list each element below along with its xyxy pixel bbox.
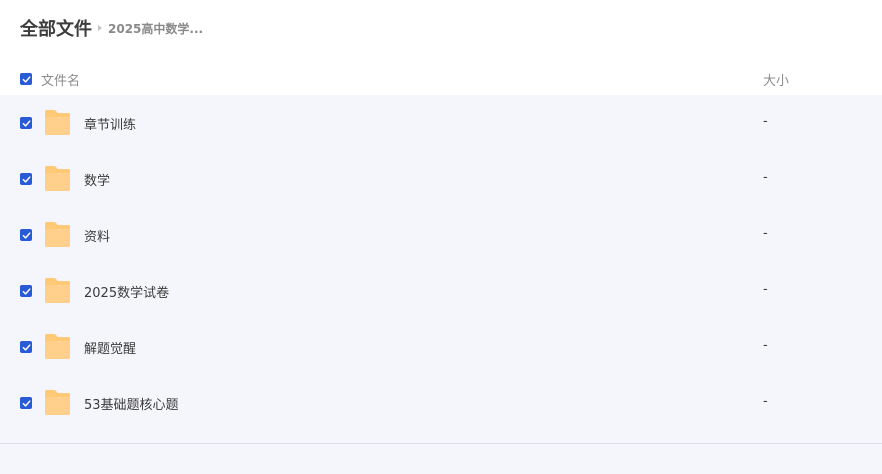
folder-icon <box>45 390 70 415</box>
checkmark-icon <box>22 231 30 239</box>
checkmark-icon <box>22 287 30 295</box>
row-checkbox[interactable] <box>20 397 32 409</box>
table-row[interactable]: 2025数学试卷 - <box>0 263 882 319</box>
table-row[interactable]: 资料 - <box>0 207 882 263</box>
file-name[interactable]: 解题觉醒 <box>84 338 136 357</box>
checkmark-icon <box>22 343 30 351</box>
file-size: - <box>763 394 768 409</box>
table-row[interactable]: 解题觉醒 - <box>0 319 882 375</box>
file-list: 章节训练 - 数学 - 资料 - 2025数学试卷 - 解题觉醒 - 53基础题… <box>0 95 882 443</box>
chevron-right-icon <box>98 25 102 31</box>
folder-icon <box>45 334 70 359</box>
row-checkbox[interactable] <box>20 285 32 297</box>
table-row[interactable]: 章节训练 - <box>0 95 882 151</box>
table-row[interactable]: 数学 - <box>0 151 882 207</box>
file-size: - <box>763 282 768 297</box>
list-footer <box>0 444 882 474</box>
folder-icon <box>45 166 70 191</box>
row-checkbox[interactable] <box>20 341 32 353</box>
column-header-name[interactable]: 文件名 <box>41 70 80 89</box>
file-name[interactable]: 章节训练 <box>84 114 136 133</box>
checkmark-icon <box>22 75 30 83</box>
breadcrumb: 全部文件 2025高中数学... <box>20 14 203 42</box>
breadcrumb-current[interactable]: 2025高中数学... <box>108 20 203 37</box>
row-checkbox[interactable] <box>20 229 32 241</box>
file-size: - <box>763 226 768 241</box>
breadcrumb-root[interactable]: 全部文件 <box>20 15 92 41</box>
row-checkbox[interactable] <box>20 173 32 185</box>
folder-icon <box>45 222 70 247</box>
column-header-size[interactable]: 大小 <box>763 70 789 89</box>
file-name[interactable]: 数学 <box>84 170 110 189</box>
folder-icon <box>45 110 70 135</box>
checkmark-icon <box>22 175 30 183</box>
file-size: - <box>763 114 768 129</box>
folder-icon <box>45 278 70 303</box>
row-checkbox[interactable] <box>20 117 32 129</box>
checkmark-icon <box>22 399 30 407</box>
file-name[interactable]: 2025数学试卷 <box>84 282 169 301</box>
file-name[interactable]: 53基础题核心题 <box>84 394 179 413</box>
file-size: - <box>763 338 768 353</box>
checkmark-icon <box>22 119 30 127</box>
file-size: - <box>763 170 768 185</box>
select-all-checkbox[interactable] <box>20 73 32 85</box>
table-header: 文件名 大小 <box>0 64 882 94</box>
file-name[interactable]: 资料 <box>84 226 110 245</box>
table-row[interactable]: 53基础题核心题 - <box>0 375 882 431</box>
